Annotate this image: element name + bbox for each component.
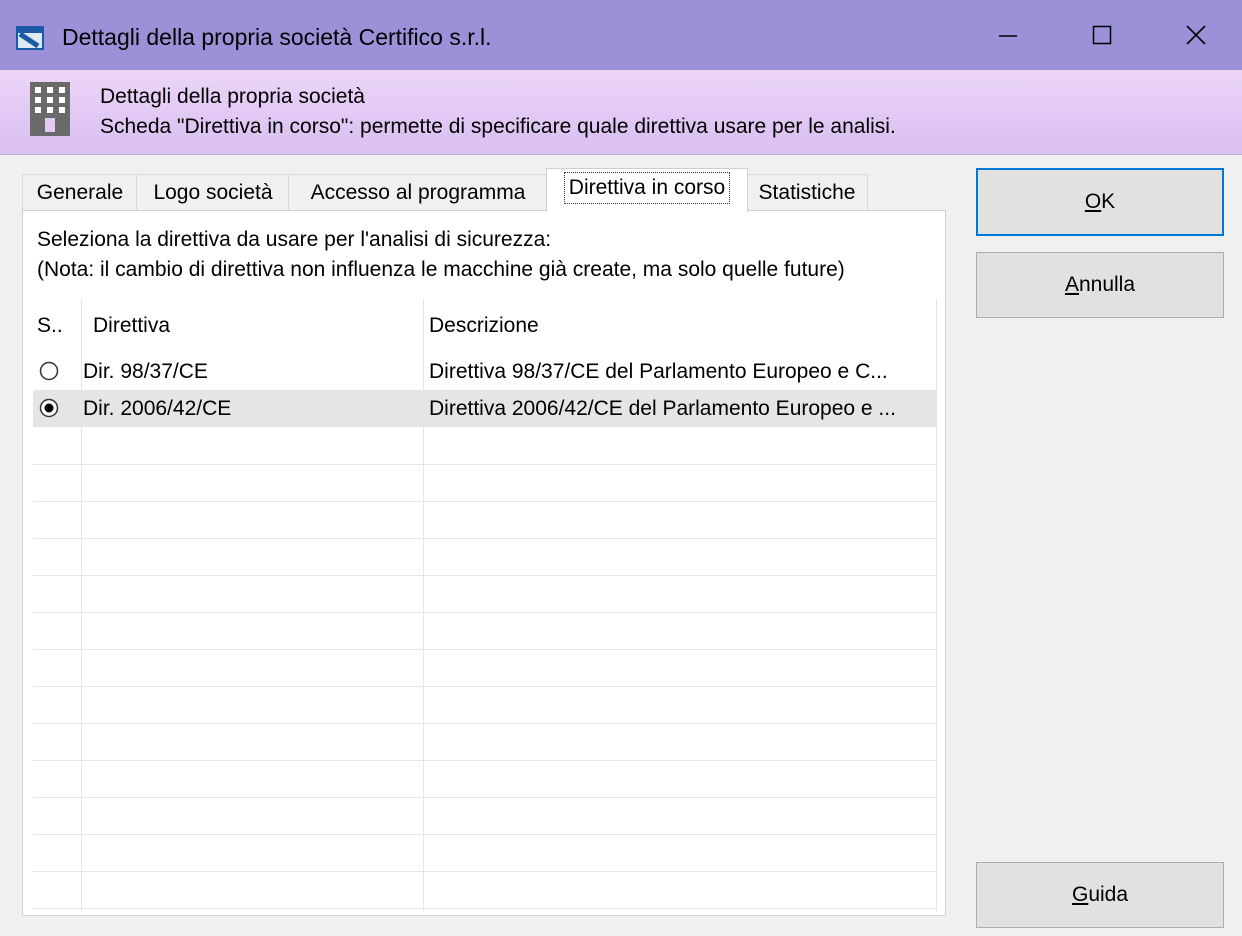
tab-label: Accesso al programma: [310, 181, 526, 204]
cancel-mnemonic: A: [1064, 273, 1079, 296]
title-bar[interactable]: Dettagli della propria società Certifico…: [0, 0, 1242, 70]
cancel-label: nnulla: [1078, 273, 1136, 296]
tab-label: Logo società: [153, 181, 273, 204]
building-icon: [30, 82, 70, 136]
help-button[interactable]: Guida: [976, 862, 1224, 928]
column-header-direttiva[interactable]: Direttiva: [93, 305, 170, 347]
grid-line: [33, 538, 937, 539]
tab-label: Direttiva in corso: [563, 172, 731, 204]
radio-checked-icon[interactable]: [39, 398, 59, 418]
tab-accesso-programma[interactable]: Accesso al programma: [288, 174, 548, 211]
directive-name: Dir. 2006/42/CE: [83, 397, 232, 420]
help-mnemonic: G: [1071, 883, 1089, 906]
grid-line: [33, 908, 937, 909]
app-icon: [16, 26, 44, 50]
grid-line: [33, 834, 937, 835]
list-item[interactable]: Dir. 2006/42/CE Direttiva 2006/42/CE del…: [33, 390, 937, 427]
ok-button[interactable]: OK: [976, 168, 1224, 236]
help-label: uida: [1088, 883, 1129, 906]
grid-line: [33, 760, 937, 761]
tab-logo-societa[interactable]: Logo società: [136, 174, 290, 211]
grid-line: [33, 501, 937, 502]
ok-mnemonic: O: [1084, 190, 1102, 213]
cancel-button[interactable]: Annulla: [976, 252, 1224, 318]
close-icon: [1186, 25, 1206, 45]
grid-line: [33, 612, 937, 613]
grid-line: [33, 797, 937, 798]
maximize-button[interactable]: [1056, 0, 1148, 70]
grid-line: [33, 649, 937, 650]
radio-unchecked-icon[interactable]: [39, 361, 59, 381]
minimize-button[interactable]: [962, 0, 1054, 70]
tab-panel-direttiva: Seleziona la direttiva da usare per l'an…: [22, 210, 946, 916]
directive-description: Direttiva 98/37/CE del Parlamento Europe…: [429, 360, 888, 383]
close-button[interactable]: [1150, 0, 1242, 70]
grid-line: [33, 686, 937, 687]
column-header-selection[interactable]: S..: [37, 305, 63, 347]
tab-generale[interactable]: Generale: [22, 174, 138, 211]
header-banner: Dettagli della propria società Scheda "D…: [0, 70, 1242, 155]
instruction-text: Seleziona la direttiva da usare per l'an…: [37, 228, 552, 251]
grid-line: [33, 575, 937, 576]
list-item[interactable]: Dir. 98/37/CE Direttiva 98/37/CE del Par…: [33, 353, 937, 390]
banner-subtitle: Scheda "Direttiva in corso": permette di…: [100, 115, 896, 138]
tab-label: Generale: [36, 181, 124, 204]
note-text: (Nota: il cambio di direttiva non influe…: [37, 258, 845, 281]
grid-line: [33, 723, 937, 724]
column-header-descrizione[interactable]: Descrizione: [429, 305, 539, 347]
directive-description: Direttiva 2006/42/CE del Parlamento Euro…: [429, 397, 896, 420]
banner-title: Dettagli della propria società: [100, 85, 365, 108]
ok-label: K: [1101, 190, 1116, 213]
directive-list[interactable]: S.. Direttiva Descrizione Dir. 98/37/CE …: [33, 299, 937, 911]
directive-name: Dir. 98/37/CE: [83, 360, 208, 383]
minimize-icon: [999, 35, 1017, 37]
tab-statistiche[interactable]: Statistiche: [746, 174, 868, 211]
grid-line: [33, 464, 937, 465]
tab-label: Statistiche: [758, 181, 856, 204]
window-title: Dettagli della propria società Certifico…: [62, 24, 492, 50]
grid-line: [33, 871, 937, 872]
maximize-icon: [1092, 25, 1112, 45]
tab-direttiva-in-corso[interactable]: Direttiva in corso: [546, 168, 748, 212]
